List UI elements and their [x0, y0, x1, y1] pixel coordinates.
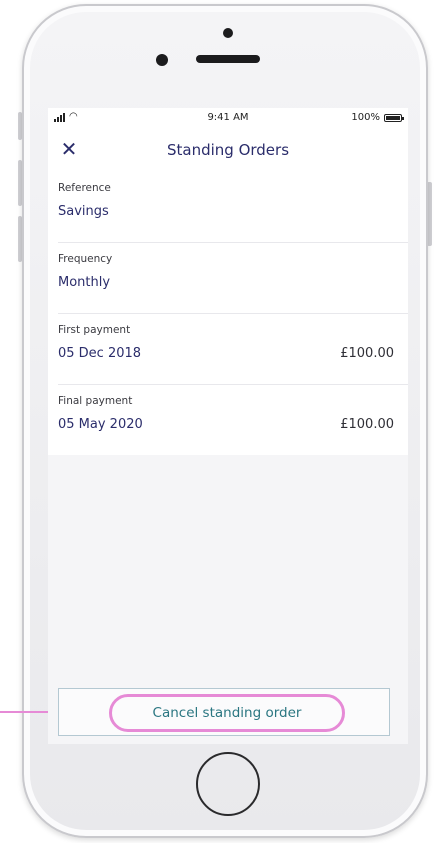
detail-value: Monthly — [58, 275, 111, 290]
app-screen: ◠ 9:41 AM 100% ✕ Standing Orders Referen… — [48, 108, 408, 744]
detail-value: Savings — [58, 204, 109, 219]
detail-row-reference: Reference Savings — [58, 172, 408, 243]
home-button[interactable] — [196, 752, 260, 816]
detail-value: 05 Dec 2018 — [58, 346, 142, 361]
detail-row-frequency: Frequency Monthly — [58, 243, 408, 314]
proximity-sensor — [156, 54, 168, 66]
page-title: Standing Orders — [166, 141, 290, 159]
detail-label: First payment — [58, 324, 131, 336]
detail-value: 05 May 2020 — [58, 417, 143, 432]
front-camera — [223, 28, 233, 38]
details-card: Reference Savings Frequency Monthly Firs… — [48, 172, 408, 455]
detail-label: Final payment — [58, 395, 133, 407]
battery-icon — [384, 114, 404, 122]
detail-label: Reference — [58, 182, 111, 194]
detail-row-first-payment: First payment 05 Dec 2018 £100.00 — [58, 314, 408, 385]
detail-amount: £100.00 — [340, 346, 394, 361]
cancel-button-container: Cancel standing order — [58, 688, 390, 736]
close-icon[interactable]: ✕ — [56, 134, 82, 164]
earpiece-speaker — [196, 55, 260, 63]
cancel-standing-order-button[interactable]: Cancel standing order — [109, 694, 345, 732]
nav-bar: ✕ Standing Orders — [48, 130, 408, 172]
detail-amount: £100.00 — [340, 417, 394, 432]
detail-row-final-payment: Final payment 05 May 2020 £100.00 — [58, 385, 408, 455]
status-bar: ◠ 9:41 AM 100% — [48, 108, 408, 130]
detail-label: Frequency — [58, 253, 113, 265]
battery-percent: 100% — [351, 112, 380, 123]
